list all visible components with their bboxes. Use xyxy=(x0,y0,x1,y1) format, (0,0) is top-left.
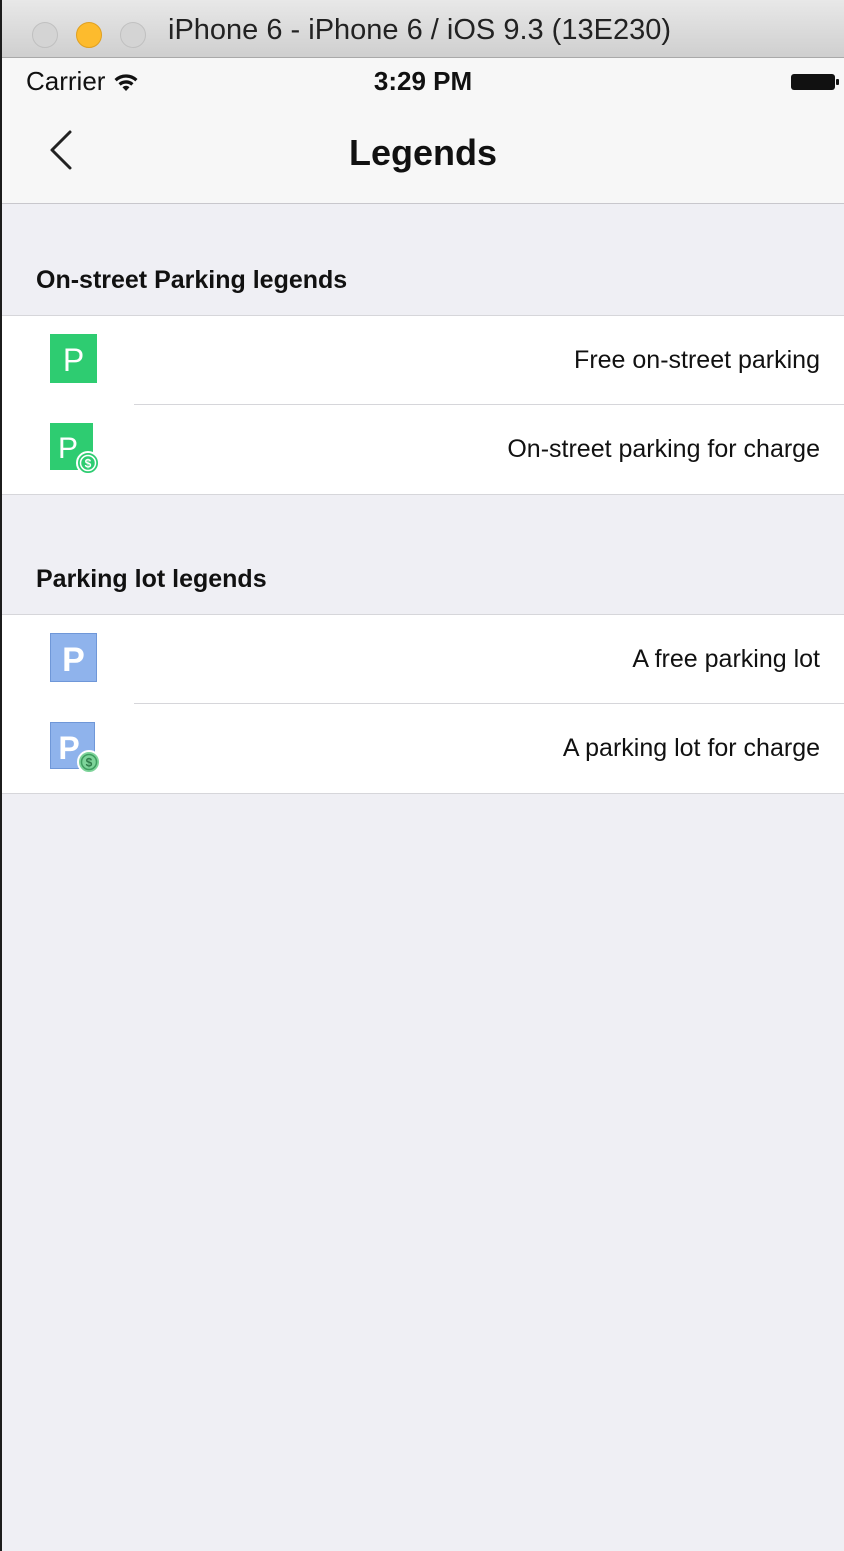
parking-glyph: P xyxy=(62,641,85,679)
green-parking-icon: P xyxy=(50,334,97,383)
legend-label: Free on-street parking xyxy=(574,346,820,374)
page-title: Legends xyxy=(348,132,498,173)
green-parking-charge-icon: P $ xyxy=(50,423,100,475)
dollar-glyph: $ xyxy=(86,756,93,770)
window-titlebar: iPhone 6 - iPhone 6 / iOS 9.3 (13E230) xyxy=(2,0,844,58)
blue-parking-charge-icon: P $ xyxy=(50,722,101,774)
window-title: iPhone 6 - iPhone 6 / iOS 9.3 (13E230) xyxy=(168,14,671,46)
close-window-button[interactable] xyxy=(32,22,58,48)
parking-glyph: P xyxy=(63,342,84,378)
legend-label: On-street parking for charge xyxy=(507,435,820,463)
list-item[interactable]: P $ On-street parking for charge xyxy=(2,405,844,494)
section-header-on-street: On-street Parking legends xyxy=(36,266,348,294)
list-item[interactable]: P $ A parking lot for charge xyxy=(2,704,844,793)
section-header-parking-lot: Parking lot legends xyxy=(36,565,267,593)
parking-lot-legend-list: P A free parking lot P $ A parking lot f… xyxy=(2,614,844,794)
simulator-window: iPhone 6 - iPhone 6 / iOS 9.3 (13E230) C… xyxy=(0,0,844,1551)
parking-glyph: P xyxy=(58,730,79,766)
zoom-window-button[interactable] xyxy=(120,22,146,48)
status-time: 3:29 PM xyxy=(373,66,473,96)
navigation-bar: Legends xyxy=(2,104,844,204)
list-item[interactable]: P Free on-street parking xyxy=(2,316,844,405)
list-item[interactable]: P A free parking lot xyxy=(2,615,844,704)
status-bar: Carrier 3:29 PM xyxy=(2,58,844,104)
legend-label: A free parking lot xyxy=(632,645,820,673)
parking-glyph: P xyxy=(58,432,78,465)
legend-label: A parking lot for charge xyxy=(562,734,820,762)
minimize-window-button[interactable] xyxy=(76,22,102,48)
dollar-glyph: $ xyxy=(85,457,92,471)
battery-icon xyxy=(791,74,839,90)
blue-parking-icon: P xyxy=(50,633,97,682)
on-street-legend-list: P Free on-street parking P $ On-street p… xyxy=(2,315,844,495)
